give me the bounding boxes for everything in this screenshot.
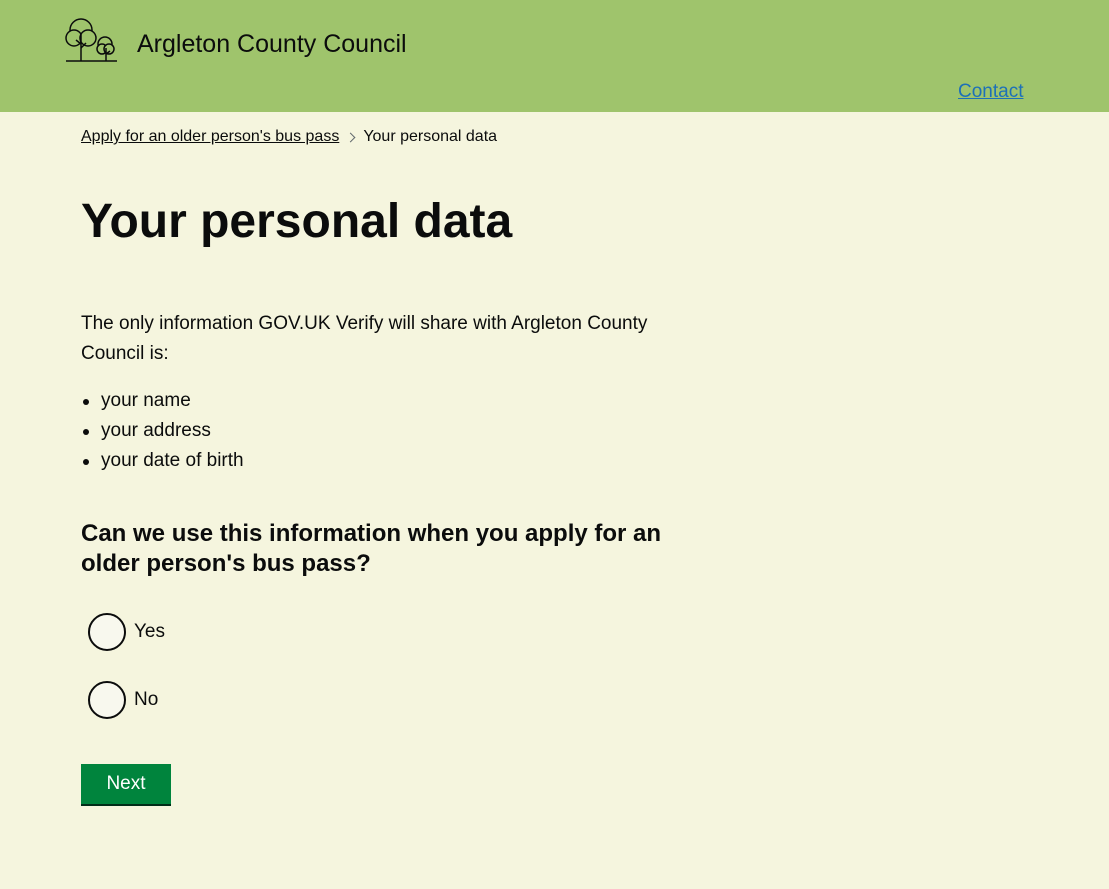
breadcrumb-current: Your personal data <box>363 128 498 145</box>
org-name[interactable]: Argleton County Council <box>137 29 407 59</box>
radio-yes[interactable]: Yes <box>88 613 165 651</box>
intro-text: The only information GOV.UK Verify will … <box>81 313 648 364</box>
page-title: Your personal data <box>81 195 513 248</box>
list-item: your address <box>81 416 244 446</box>
trees-icon[interactable] <box>64 16 120 64</box>
contact-link[interactable]: Contact <box>958 80 1023 104</box>
shared-info-list: your name your address your date of birt… <box>81 386 244 476</box>
radio-yes-input[interactable] <box>88 613 126 651</box>
next-button[interactable]: Next <box>81 764 171 804</box>
breadcrumb: Apply for an older person's bus pass You… <box>81 127 497 147</box>
radio-yes-label[interactable]: Yes <box>134 620 165 644</box>
breadcrumb-link-apply[interactable]: Apply for an older person's bus pass <box>81 127 339 147</box>
site-header: Argleton County Council Contact <box>0 0 1109 112</box>
consent-question: Can we use this information when you app… <box>81 520 662 577</box>
list-item: your date of birth <box>81 446 244 476</box>
radio-no-input[interactable] <box>88 681 126 719</box>
chevron-right-icon <box>339 127 363 147</box>
list-item: your name <box>81 386 244 416</box>
radio-no[interactable]: No <box>88 681 158 719</box>
radio-no-label[interactable]: No <box>134 688 158 712</box>
